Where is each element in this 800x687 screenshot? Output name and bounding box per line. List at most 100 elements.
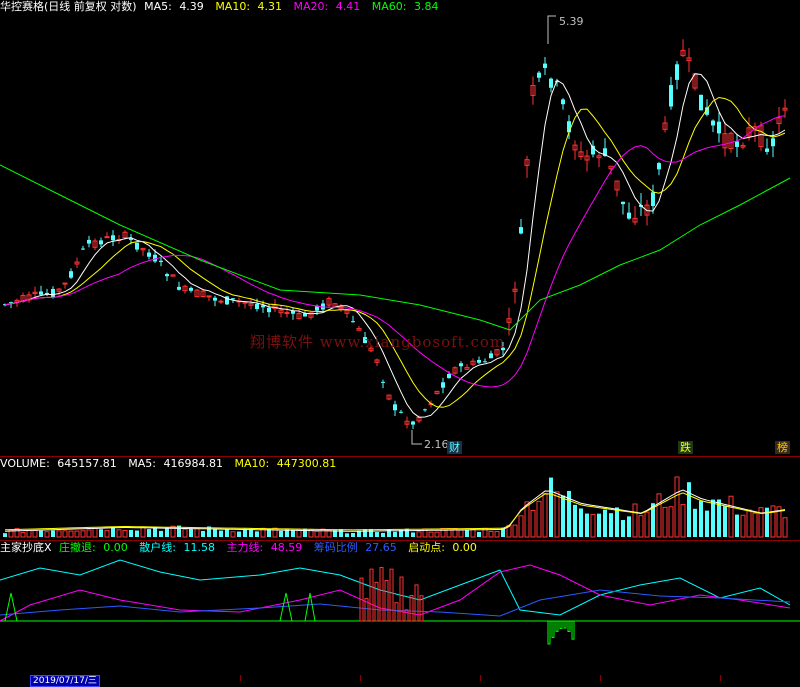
volume-bar-down bbox=[573, 504, 577, 537]
sanhu-label: 散户线: bbox=[139, 541, 176, 554]
ma10-line bbox=[4, 96, 786, 408]
volume-bar-up bbox=[20, 531, 26, 538]
candle-body-up bbox=[206, 295, 212, 298]
candle-body-up bbox=[104, 236, 110, 239]
qidong-bar-up bbox=[399, 576, 404, 622]
qidong-bar-up bbox=[394, 602, 399, 622]
candle-body-down bbox=[255, 303, 259, 310]
volume-bar-down bbox=[225, 529, 229, 537]
qidong-bar-up bbox=[369, 568, 374, 622]
qidong-bar-up bbox=[379, 566, 384, 622]
volume-bar-up bbox=[656, 493, 662, 538]
volume-bar-down bbox=[279, 530, 283, 537]
volume-bar-up bbox=[638, 515, 644, 538]
candle-body-down bbox=[351, 321, 355, 323]
candle-body-down bbox=[567, 121, 571, 133]
x-axis-tick bbox=[720, 675, 721, 681]
volume-bar-up bbox=[74, 530, 80, 538]
qidong-bar-down bbox=[563, 620, 567, 629]
candle-body-down bbox=[111, 235, 115, 241]
volume-bar-down bbox=[705, 510, 709, 537]
volume-bar-down bbox=[597, 513, 601, 537]
volume-bar-up bbox=[512, 524, 518, 538]
candle-body-down bbox=[411, 421, 415, 425]
volume-bar-down bbox=[609, 513, 613, 537]
candle-body-down bbox=[177, 286, 181, 290]
volume-bar-down bbox=[51, 530, 55, 537]
candle-body-down bbox=[627, 212, 631, 219]
volume-bar-up bbox=[542, 492, 548, 538]
volume-bar-up bbox=[458, 529, 464, 538]
volume-bar-up bbox=[434, 531, 440, 538]
candle-body-down bbox=[9, 302, 13, 304]
zhuang-label: 庄撤退: bbox=[59, 541, 96, 554]
candle-body-down bbox=[675, 64, 679, 80]
volume-bar-down bbox=[687, 482, 691, 537]
volume-bar-up bbox=[92, 527, 98, 538]
candle-body-down bbox=[399, 411, 403, 413]
volume-bar-up bbox=[680, 503, 686, 538]
volume-bar-up bbox=[140, 526, 146, 538]
volume-bar-down bbox=[693, 508, 697, 537]
volume-bar-down bbox=[99, 529, 103, 537]
candle-body-down bbox=[621, 201, 625, 205]
candle-body-down bbox=[651, 192, 655, 207]
volume-bar-down bbox=[237, 531, 241, 537]
zhuang-spike bbox=[4, 592, 18, 622]
volume-bar-down bbox=[621, 520, 625, 537]
volume-bar-up bbox=[230, 531, 236, 538]
volume-bar-down bbox=[255, 531, 259, 537]
candle-body-up bbox=[218, 300, 224, 303]
marker-bang[interactable]: 榜 bbox=[775, 441, 790, 454]
volume-label: VOLUME: bbox=[0, 457, 50, 470]
candle-body-down bbox=[717, 121, 721, 134]
volume-bar-up bbox=[770, 505, 776, 538]
volume-bar-down bbox=[561, 495, 565, 537]
volume-bar-up bbox=[194, 527, 200, 538]
volume-bar-down bbox=[219, 530, 223, 537]
ma10-value: 4.31 bbox=[257, 0, 283, 13]
marker-die[interactable]: 跌 bbox=[678, 441, 693, 454]
vol-ma10-value: 447300.81 bbox=[276, 457, 337, 470]
candle-body-down bbox=[543, 63, 547, 68]
qidong-bar-up bbox=[409, 595, 414, 622]
qidong-bar-down bbox=[571, 620, 575, 640]
volume-bar-down bbox=[129, 529, 133, 537]
candle-body-down bbox=[81, 248, 85, 250]
candle-body-down bbox=[393, 404, 397, 411]
volume-bar-up bbox=[104, 530, 110, 538]
candle-body-down bbox=[483, 361, 487, 363]
candle-body-down bbox=[213, 297, 217, 301]
volume-bar-up bbox=[314, 530, 320, 538]
candle-body-down bbox=[549, 78, 553, 88]
candle-body-down bbox=[165, 274, 169, 277]
qidong-bar-up bbox=[414, 584, 419, 622]
candle-body-down bbox=[39, 291, 43, 295]
volume-bar-down bbox=[381, 532, 385, 537]
volume-bar-down bbox=[405, 528, 409, 537]
qidong-bar-down bbox=[547, 620, 551, 645]
ma60-label: MA60: bbox=[371, 0, 407, 13]
candle-body-down bbox=[153, 254, 157, 262]
date-cursor-box[interactable]: 2019/07/17/三 bbox=[30, 675, 100, 687]
candle-body-down bbox=[711, 120, 715, 126]
volume-bar-up bbox=[428, 531, 434, 538]
volume-bar-down bbox=[549, 477, 553, 537]
volume-bar-up bbox=[122, 530, 128, 538]
chouma-label: 筹码比例 bbox=[313, 541, 358, 554]
volume-bar-down bbox=[213, 528, 217, 537]
high-price-label: 5.39 bbox=[559, 15, 584, 28]
volume-bar-up bbox=[740, 514, 746, 538]
volume-bar-down bbox=[603, 509, 607, 537]
marker-cai[interactable]: 财 bbox=[447, 441, 462, 454]
volume-bar-down bbox=[135, 530, 139, 537]
candle-body-down bbox=[771, 138, 775, 147]
x-axis-tick bbox=[240, 675, 241, 681]
volume-bar-up bbox=[590, 513, 596, 538]
volume-bar-up bbox=[182, 528, 188, 538]
volume-bar-up bbox=[530, 509, 536, 538]
candle-body-down bbox=[735, 141, 739, 147]
volume-bar-down bbox=[465, 529, 469, 537]
candle-body-down bbox=[765, 148, 769, 152]
volume-value: 645157.81 bbox=[57, 457, 117, 470]
